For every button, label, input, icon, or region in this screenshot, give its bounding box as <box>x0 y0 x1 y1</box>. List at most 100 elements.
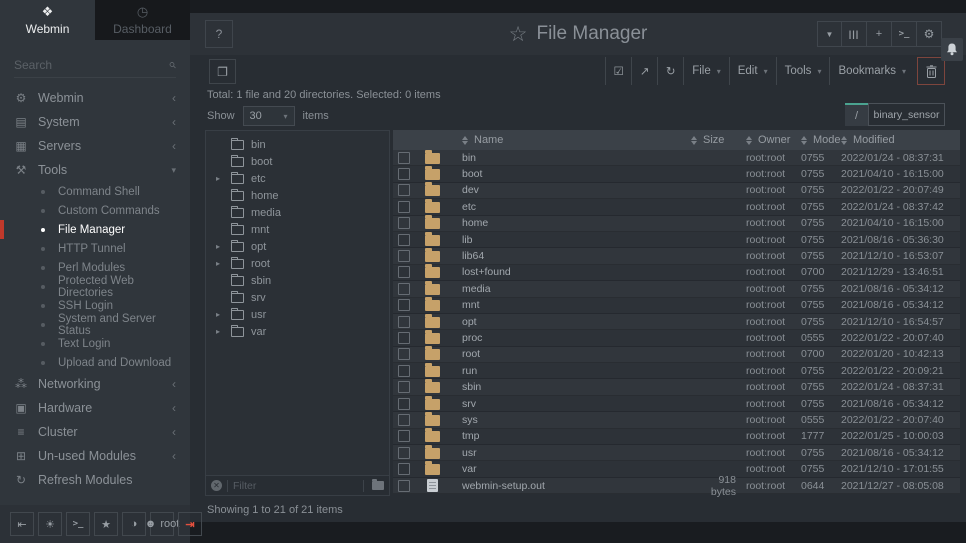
tree-item[interactable]: ▸ var <box>206 323 389 340</box>
table-row[interactable]: lib64 root:root 0755 2021/12/10 - 16:53:… <box>393 248 960 264</box>
row-checkbox[interactable] <box>398 447 410 459</box>
row-checkbox[interactable] <box>398 463 410 475</box>
row-checkbox[interactable] <box>398 365 410 377</box>
toolbar-icon-button[interactable]: ↗ <box>631 57 657 85</box>
tree-item[interactable]: ▸ srv <box>206 289 389 306</box>
sidebar-footer-button[interactable]: ☀ <box>38 512 62 536</box>
table-row[interactable]: dev root:root 0755 2022/01/22 - 20:07:49 <box>393 183 960 199</box>
column-header-owner[interactable]: Owner <box>746 134 801 146</box>
tree-filter-input[interactable] <box>233 480 358 492</box>
sidebar-footer-button[interactable]: >_ <box>66 512 90 536</box>
column-header-modified[interactable]: Modified <box>841 134 960 146</box>
tree-item[interactable]: ▸ usr <box>206 306 389 323</box>
row-checkbox[interactable] <box>398 480 410 492</box>
toolbar-menu-button[interactable]: Edit <box>729 57 776 85</box>
row-checkbox[interactable] <box>398 414 410 426</box>
notifications-button[interactable] <box>941 38 963 61</box>
trash-button[interactable] <box>917 57 945 85</box>
sidebar-footer-button[interactable]: ⇥ <box>178 512 202 536</box>
toolbar-menu-button[interactable]: File <box>683 57 729 85</box>
table-row[interactable]: root root:root 0700 2022/01/20 - 10:42:1… <box>393 347 960 363</box>
sidebar-menu-item[interactable]: ≡ Cluster <box>0 420 190 444</box>
table-row[interactable]: srv root:root 0755 2021/08/16 - 05:34:12 <box>393 396 960 412</box>
tree-item[interactable]: ▸ opt <box>206 238 389 255</box>
table-row[interactable]: var root:root 0755 2021/12/10 - 17:01:55 <box>393 461 960 477</box>
row-checkbox[interactable] <box>398 184 410 196</box>
help-button[interactable]: ? <box>205 20 233 48</box>
table-row[interactable]: sys root:root 0555 2022/01/22 - 20:07:40 <box>393 412 960 428</box>
expand-arrow-icon[interactable]: ▸ <box>216 327 224 336</box>
sidebar-footer-button[interactable]: ◑ <box>122 512 146 536</box>
row-checkbox[interactable] <box>398 348 410 360</box>
sidebar-menu-item[interactable]: HTTP Tunnel <box>0 239 190 258</box>
sidebar-menu-item[interactable]: ▦ Servers <box>0 134 190 158</box>
path-root-button[interactable]: / <box>845 103 868 126</box>
sidebar-footer-button[interactable]: ☻ root <box>150 512 174 536</box>
clear-filter-icon[interactable]: ✕ <box>211 480 222 491</box>
table-row[interactable]: home root:root 0755 2021/04/10 - 16:15:0… <box>393 216 960 232</box>
sidebar-menu-item[interactable]: ⚙ Webmin <box>0 86 190 110</box>
tree-item[interactable]: ▸ mnt <box>206 221 389 238</box>
sidebar-menu-item[interactable]: Protected Web Directories <box>0 277 190 296</box>
tree-item[interactable]: ▸ etc <box>206 170 389 187</box>
row-checkbox[interactable] <box>398 299 410 311</box>
row-checkbox[interactable] <box>398 283 410 295</box>
sidebar-menu-item[interactable]: Custom Commands <box>0 201 190 220</box>
tree-item[interactable]: ▸ sbin <box>206 272 389 289</box>
sidebar-menu-item[interactable]: ⁂ Networking <box>0 372 190 396</box>
sidebar-tab[interactable]: ❖ Webmin <box>0 0 95 40</box>
row-checkbox[interactable] <box>398 168 410 180</box>
table-row[interactable]: bin root:root 0755 2022/01/24 - 08:37:31 <box>393 150 960 166</box>
tree-item[interactable]: ▸ root <box>206 255 389 272</box>
table-row[interactable]: sbin root:root 0755 2022/01/24 - 08:37:3… <box>393 379 960 395</box>
table-row[interactable]: media root:root 0755 2021/08/16 - 05:34:… <box>393 281 960 297</box>
header-button[interactable]: >_ <box>892 21 917 47</box>
table-row[interactable]: lost+found root:root 0700 2021/12/29 - 1… <box>393 265 960 281</box>
table-row[interactable]: webmin-setup.out 918 bytes root:root 064… <box>393 478 960 494</box>
row-checkbox[interactable] <box>398 201 410 213</box>
row-checkbox[interactable] <box>398 234 410 246</box>
sidebar-menu-item[interactable]: Upload and Download <box>0 353 190 372</box>
table-row[interactable]: proc root:root 0555 2022/01/22 - 20:07:4… <box>393 330 960 346</box>
path-location[interactable]: binary_sensor <box>868 103 945 126</box>
header-button[interactable]: ⚙ <box>917 21 942 47</box>
row-checkbox[interactable] <box>398 316 410 328</box>
sidebar-menu-item[interactable]: ⊞ Un-used Modules <box>0 444 190 468</box>
sidebar-menu-item[interactable]: ▤ System <box>0 110 190 134</box>
row-checkbox[interactable] <box>398 250 410 262</box>
table-row[interactable]: tmp root:root 1777 2022/01/25 - 10:00:03 <box>393 429 960 445</box>
sidebar-menu-item[interactable]: ▣ Hardware <box>0 396 190 420</box>
tree-item[interactable]: ▸ bin <box>206 136 389 153</box>
favorite-star-icon[interactable]: ☆ <box>509 22 528 47</box>
column-header-name[interactable]: Name <box>450 134 691 146</box>
table-row[interactable]: boot root:root 0755 2021/04/10 - 16:15:0… <box>393 166 960 182</box>
header-button[interactable]: ▼ <box>817 21 842 47</box>
search-input[interactable] <box>14 58 169 72</box>
header-button[interactable]: ||| <box>842 21 867 47</box>
toolbar-icon-button[interactable]: ☑ <box>605 57 631 85</box>
tree-item[interactable]: ▸ media <box>206 204 389 221</box>
expand-arrow-icon[interactable]: ▸ <box>216 310 224 319</box>
sidebar-menu-item[interactable]: ↻ Refresh Modules <box>0 468 190 492</box>
toolbar-menu-button[interactable]: Tools <box>776 57 830 85</box>
table-row[interactable]: run root:root 0755 2022/01/22 - 20:09:21 <box>393 363 960 379</box>
row-checkbox[interactable] <box>398 381 410 393</box>
toolbar-menu-button[interactable]: Bookmarks <box>829 57 914 85</box>
page-size-select[interactable]: 30 <box>243 106 295 126</box>
row-checkbox[interactable] <box>398 398 410 410</box>
table-row[interactable]: lib root:root 0755 2021/08/16 - 05:36:30 <box>393 232 960 248</box>
sidebar-tab[interactable]: ◷ Dashboard <box>95 0 190 40</box>
table-row[interactable]: opt root:root 0755 2021/12/10 - 16:54:57 <box>393 314 960 330</box>
sidebar-footer-button[interactable]: ★ <box>94 512 118 536</box>
expand-arrow-icon[interactable]: ▸ <box>216 174 224 183</box>
row-checkbox[interactable] <box>398 332 410 344</box>
table-row[interactable]: etc root:root 0755 2022/01/24 - 08:37:42 <box>393 199 960 215</box>
table-row[interactable]: mnt root:root 0755 2021/08/16 - 05:34:12 <box>393 298 960 314</box>
row-checkbox[interactable] <box>398 152 410 164</box>
expand-arrow-icon[interactable]: ▸ <box>216 242 224 251</box>
header-button[interactable]: + <box>867 21 892 47</box>
sidebar-menu-item[interactable]: Command Shell <box>0 182 190 201</box>
toolbar-icon-button[interactable]: ↻ <box>657 57 683 85</box>
column-header-size[interactable]: Size <box>691 134 746 146</box>
sidebar-menu-item[interactable]: File Manager <box>0 220 190 239</box>
